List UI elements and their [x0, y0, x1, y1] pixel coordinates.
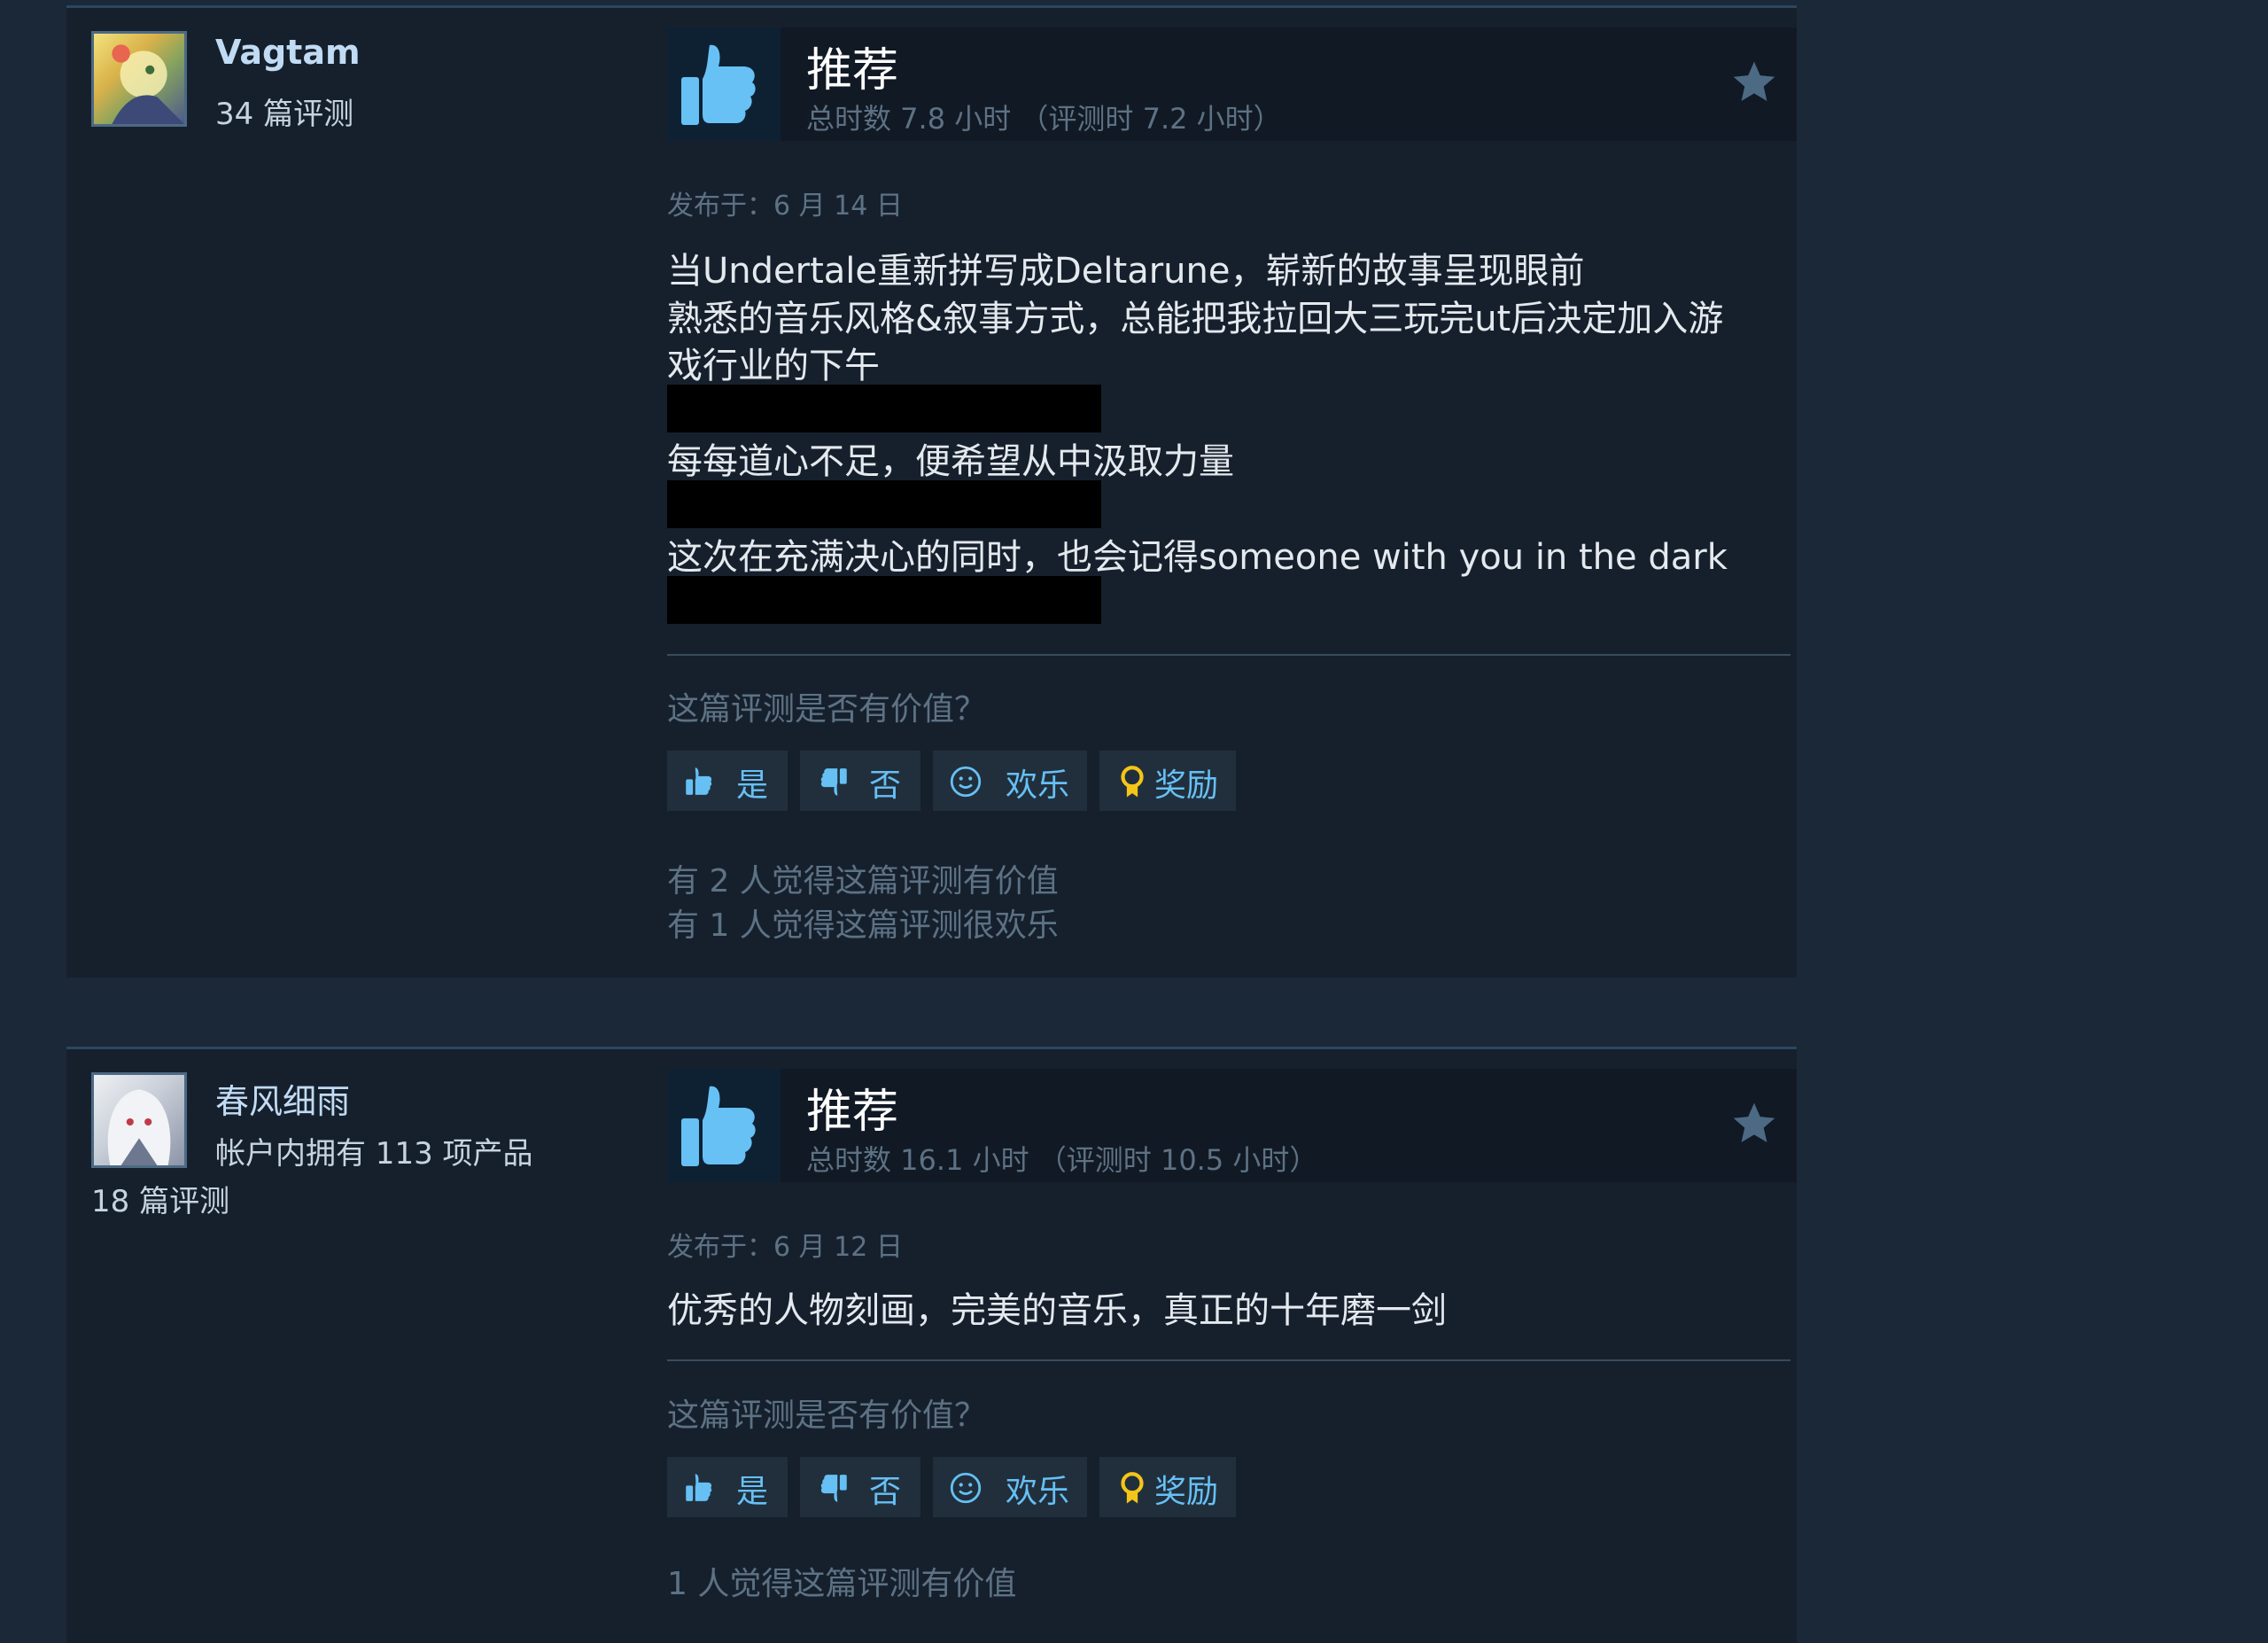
review-card: 春风细雨 帐户内拥有 113 项产品 18 篇评测 推荐 总时数 16.1 小时…: [66, 1047, 1797, 1643]
vote-funny-label: 欢乐: [1006, 767, 1070, 804]
vote-no-label: 否: [869, 1474, 902, 1510]
total-hours: 总时数 7.8 小时: [806, 102, 1012, 136]
thumbs-up-icon: [686, 1474, 712, 1501]
verdict-title[interactable]: 推荐: [806, 1074, 898, 1141]
review-text-line: 戏行业的下午: [667, 346, 880, 386]
award-label: 奖励: [1154, 1474, 1219, 1510]
recommend-thumb: [667, 27, 781, 141]
vote-yes-button[interactable]: 是: [667, 751, 788, 811]
vote-yes-label: 是: [736, 1474, 769, 1510]
vote-funny-label: 欢乐: [1006, 1474, 1070, 1510]
award-button[interactable]: 奖励: [1099, 1457, 1236, 1517]
review-text-line: 优秀的人物刻画，完美的音乐，真正的十年磨一剑: [667, 1290, 1447, 1331]
hours-at-review: （评测时 7.2 小时）: [1020, 102, 1282, 136]
smiley-icon: [950, 766, 982, 798]
review-verdict: 推荐 总时数 16.1 小时 （评测时 10.5 小时）: [667, 1069, 1797, 1182]
review-verdict: 推荐 总时数 7.8 小时 （评测时 7.2 小时）: [667, 27, 1797, 141]
author-review-count[interactable]: 34 篇评测: [215, 90, 353, 133]
author-name[interactable]: Vagtam: [215, 33, 361, 72]
helpful-question: 这篇评测是否有价值？: [667, 1398, 987, 1434]
avatar-image: [112, 44, 184, 124]
award-label: 奖励: [1154, 767, 1219, 804]
spoiler-block[interactable]: [667, 576, 1101, 624]
helpful-count: 1 人觉得这篇评测有价值: [667, 1566, 1017, 1602]
star-icon[interactable]: [1729, 58, 1779, 107]
helpful-question: 这篇评测是否有价值？: [667, 691, 987, 728]
spoiler-block[interactable]: [667, 480, 1101, 528]
thumbs-down-icon: [820, 768, 847, 796]
review-text-line: 这次在充满决心的同时，也会记得someone with you in the d…: [667, 537, 1728, 578]
vote-no-button[interactable]: 否: [800, 1457, 920, 1517]
vote-no-label: 否: [869, 767, 902, 804]
posted-date: 发布于：6 月 14 日: [667, 191, 903, 222]
award-ribbon-icon: [1121, 766, 1144, 798]
playtime: 总时数 16.1 小时 （评测时 10.5 小时）: [806, 1138, 1317, 1179]
author-review-count[interactable]: 18 篇评测: [91, 1177, 229, 1220]
recommend-thumb: [667, 1069, 781, 1182]
thumbs-up-icon: [681, 44, 756, 125]
review-text-line: 当Undertale重新拼写成Deltarune，崭新的故事呈现眼前: [667, 251, 1585, 292]
thumbs-up-icon: [681, 1086, 756, 1166]
star-icon[interactable]: [1729, 1099, 1779, 1149]
award-button[interactable]: 奖励: [1099, 751, 1236, 811]
vote-funny-button[interactable]: 欢乐: [933, 751, 1087, 811]
review-card: Vagtam 34 篇评测 推荐 总时数 7.8 小时 （评测时 7.2 小时）…: [66, 5, 1797, 977]
avatar[interactable]: [91, 31, 187, 127]
posted-date: 发布于：6 月 12 日: [667, 1232, 903, 1263]
thumbs-up-icon: [686, 767, 712, 795]
verdict-title[interactable]: 推荐: [806, 33, 898, 99]
review-text-line: 熟悉的音乐风格&叙事方式，总能把我拉回大三玩完ut后决定加入游: [667, 299, 1724, 339]
avatar[interactable]: [91, 1072, 187, 1168]
thumbs-down-icon: [820, 1475, 847, 1502]
award-ribbon-icon: [1121, 1472, 1144, 1504]
playtime: 总时数 7.8 小时 （评测时 7.2 小时）: [806, 97, 1282, 137]
divider: [667, 1359, 1790, 1361]
vote-funny-button[interactable]: 欢乐: [933, 1457, 1087, 1517]
review-text-line: 每每道心不足，便希望从中汲取力量: [667, 441, 1234, 482]
vote-no-button[interactable]: 否: [800, 751, 920, 811]
hours-at-review: （评测时 10.5 小时）: [1037, 1143, 1318, 1177]
spoiler-block[interactable]: [667, 385, 1101, 432]
author-name[interactable]: 春风细雨: [215, 1074, 350, 1123]
avatar-image: [107, 1089, 171, 1165]
total-hours: 总时数 16.1 小时: [806, 1143, 1029, 1177]
vote-yes-label: 是: [736, 767, 769, 804]
author-products[interactable]: 帐户内拥有 113 项产品: [215, 1129, 533, 1172]
vote-yes-button[interactable]: 是: [667, 1457, 788, 1517]
funny-count: 有 1 人觉得这篇评测很欢乐: [667, 907, 1059, 944]
helpful-count: 有 2 人觉得这篇评测有价值: [667, 863, 1059, 899]
divider: [667, 654, 1790, 656]
smiley-icon: [950, 1472, 982, 1504]
